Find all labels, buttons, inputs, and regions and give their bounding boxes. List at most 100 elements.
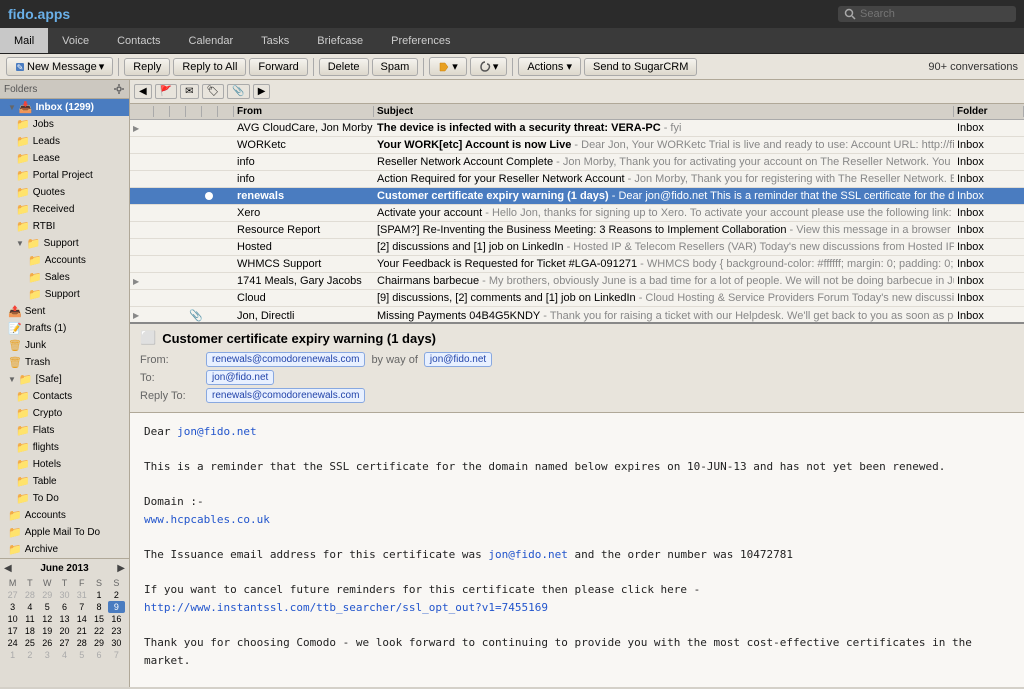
cal-day[interactable]: 24 <box>4 637 21 649</box>
cal-day[interactable]: 4 <box>21 601 38 613</box>
cal-day[interactable]: 6 <box>56 601 73 613</box>
sidebar-item-sales[interactable]: 📁 Sales <box>0 269 129 286</box>
cal-day[interactable]: 15 <box>90 613 107 625</box>
search-bar[interactable] <box>838 6 1016 22</box>
cal-day[interactable]: 2 <box>21 649 38 661</box>
forward-button[interactable]: Forward <box>249 58 307 76</box>
email-row[interactable]: Resource Report [SPAM?] Re-Inventing the… <box>130 222 1024 239</box>
email-toolbar-next-button[interactable]: ▶ <box>253 84 271 99</box>
sidebar-item-apple-mail[interactable]: 📁 Apple Mail To Do <box>0 524 129 541</box>
sidebar-item-received[interactable]: 📁 Received <box>0 201 129 218</box>
cal-day[interactable]: 28 <box>21 589 38 601</box>
sidebar-item-trash[interactable]: 🗑 Trash <box>0 354 129 371</box>
cal-day[interactable]: 7 <box>108 649 125 661</box>
email-row-selected[interactable]: renewals Customer certificate expiry war… <box>130 188 1024 205</box>
sidebar-item-accounts[interactable]: 📁 Accounts <box>0 252 129 269</box>
email-row[interactable]: info Action Required for your Reseller N… <box>130 171 1024 188</box>
cal-day[interactable]: 5 <box>73 649 90 661</box>
cal-day[interactable]: 10 <box>4 613 21 625</box>
tab-contacts[interactable]: Contacts <box>103 28 174 53</box>
email-toolbar-attach-button[interactable]: 📎 <box>227 84 249 99</box>
cal-day[interactable]: 8 <box>90 601 107 613</box>
new-message-button[interactable]: ✎ New Message ▾ <box>6 57 113 76</box>
tab-briefcase[interactable]: Briefcase <box>303 28 377 53</box>
cal-day[interactable]: 1 <box>90 589 107 601</box>
delete-button[interactable]: Delete <box>319 58 369 76</box>
to-address-tag[interactable]: jon@fido.net <box>206 370 274 385</box>
sidebar-item-support[interactable]: ▼ 📁 Support <box>0 235 129 252</box>
cal-day[interactable]: 7 <box>73 601 90 613</box>
cal-day[interactable]: 29 <box>39 589 56 601</box>
cal-day[interactable]: 4 <box>56 649 73 661</box>
sidebar-item-lease[interactable]: 📁 Lease <box>0 150 129 167</box>
reply-to-address-tag[interactable]: renewals@comodorenewals.com <box>206 388 365 403</box>
sidebar-item-portal[interactable]: 📁 Portal Project <box>0 167 129 184</box>
cal-day[interactable]: 20 <box>56 625 73 637</box>
col-subject[interactable]: Subject <box>374 106 954 117</box>
sidebar-item-contacts[interactable]: 📁 Contacts <box>0 388 129 405</box>
sidebar-item-flights[interactable]: 📁 flights <box>0 439 129 456</box>
actions-button[interactable]: Actions ▾ <box>518 57 581 76</box>
email-row[interactable]: ▶ AVG CloudCare, Jon Morby The device is… <box>130 120 1024 137</box>
send-sugar-button[interactable]: Send to SugarCRM <box>584 58 697 76</box>
email-toolbar-read-button[interactable]: ✉ <box>180 84 198 99</box>
email-toolbar-tag-button[interactable]: 🏷 <box>202 84 225 99</box>
cal-day[interactable]: 17 <box>4 625 21 637</box>
email-row[interactable]: Xero Activate your account - Hello Jon, … <box>130 205 1024 222</box>
sidebar-item-leads[interactable]: 📁 Leads <box>0 133 129 150</box>
cal-day[interactable]: 19 <box>39 625 56 637</box>
cal-day[interactable]: 31 <box>73 589 90 601</box>
issuance-email-link[interactable]: jon@fido.net <box>488 548 567 561</box>
tab-calendar[interactable]: Calendar <box>175 28 248 53</box>
email-toolbar-flag-button[interactable]: 🚩 <box>155 84 177 99</box>
from-address-tag[interactable]: renewals@comodorenewals.com <box>206 352 365 367</box>
sidebar-item-drafts[interactable]: 📝 Drafts (1) <box>0 320 129 337</box>
sidebar-item-archive[interactable]: 📁 Archive <box>0 541 129 558</box>
cal-day[interactable]: 30 <box>56 589 73 601</box>
col-from[interactable]: From <box>234 106 374 117</box>
via-address-tag[interactable]: jon@fido.net <box>424 352 492 367</box>
cal-day[interactable]: 13 <box>56 613 73 625</box>
cal-day[interactable]: 3 <box>39 649 56 661</box>
sidebar-item-safe[interactable]: ▼ 📁 [Safe] <box>0 371 129 388</box>
sidebar-item-sent[interactable]: 📤 Sent <box>0 303 129 320</box>
cal-day[interactable]: 16 <box>108 613 125 625</box>
email-row[interactable]: ▶ 📎 Jon, Directli Missing Payments 04B4G… <box>130 307 1024 324</box>
sidebar-item-todo[interactable]: 📁 To Do <box>0 490 129 507</box>
cal-day-today[interactable]: 9 <box>108 601 125 613</box>
sidebar-item-table[interactable]: 📁 Table <box>0 473 129 490</box>
sidebar-item-support-sub[interactable]: 📁 Support <box>0 286 129 303</box>
email-toolbar-prev-button[interactable]: ◀ <box>134 84 152 99</box>
folders-gear-icon[interactable] <box>113 83 125 95</box>
tab-tasks[interactable]: Tasks <box>247 28 303 53</box>
cal-day[interactable]: 12 <box>39 613 56 625</box>
cal-day[interactable]: 30 <box>108 637 125 649</box>
cal-day[interactable]: 2 <box>108 589 125 601</box>
sidebar-item-flats[interactable]: 📁 Flats <box>0 422 129 439</box>
cal-day[interactable]: 11 <box>21 613 38 625</box>
col-folder[interactable]: Folder <box>954 106 1024 117</box>
sidebar-item-jobs[interactable]: 📁 Jobs <box>0 116 129 133</box>
body-recipient-link[interactable]: jon@fido.net <box>177 425 256 438</box>
email-row[interactable]: Hosted [2] discussions and [1] job on Li… <box>130 239 1024 256</box>
new-message-dropdown[interactable]: ▾ <box>99 60 105 73</box>
sidebar-item-quotes[interactable]: 📁 Quotes <box>0 184 129 201</box>
cal-day[interactable]: 26 <box>39 637 56 649</box>
cal-day[interactable]: 27 <box>4 589 21 601</box>
email-row[interactable]: ▶ 1741 Meals, Gary Jacobs Chairmans barb… <box>130 273 1024 290</box>
spam-button[interactable]: Spam <box>372 58 419 76</box>
sidebar-item-inbox[interactable]: ▼ 📥 Inbox (1299) <box>0 99 129 116</box>
email-row[interactable]: Cloud [9] discussions, [2] comments and … <box>130 290 1024 307</box>
cal-day[interactable]: 25 <box>21 637 38 649</box>
email-row[interactable]: WORKetc Your WORK[etc] Account is now Li… <box>130 137 1024 154</box>
cal-day[interactable]: 5 <box>39 601 56 613</box>
cal-day[interactable]: 1 <box>4 649 21 661</box>
attach-button[interactable]: ▾ <box>470 57 508 76</box>
search-input[interactable] <box>860 8 1010 20</box>
cal-day[interactable]: 14 <box>73 613 90 625</box>
sidebar-item-rtbi[interactable]: 📁 RTBI <box>0 218 129 235</box>
cal-day[interactable]: 18 <box>21 625 38 637</box>
calendar-prev-button[interactable]: ◀ <box>4 563 12 574</box>
tab-voice[interactable]: Voice <box>48 28 103 53</box>
cal-day[interactable]: 23 <box>108 625 125 637</box>
